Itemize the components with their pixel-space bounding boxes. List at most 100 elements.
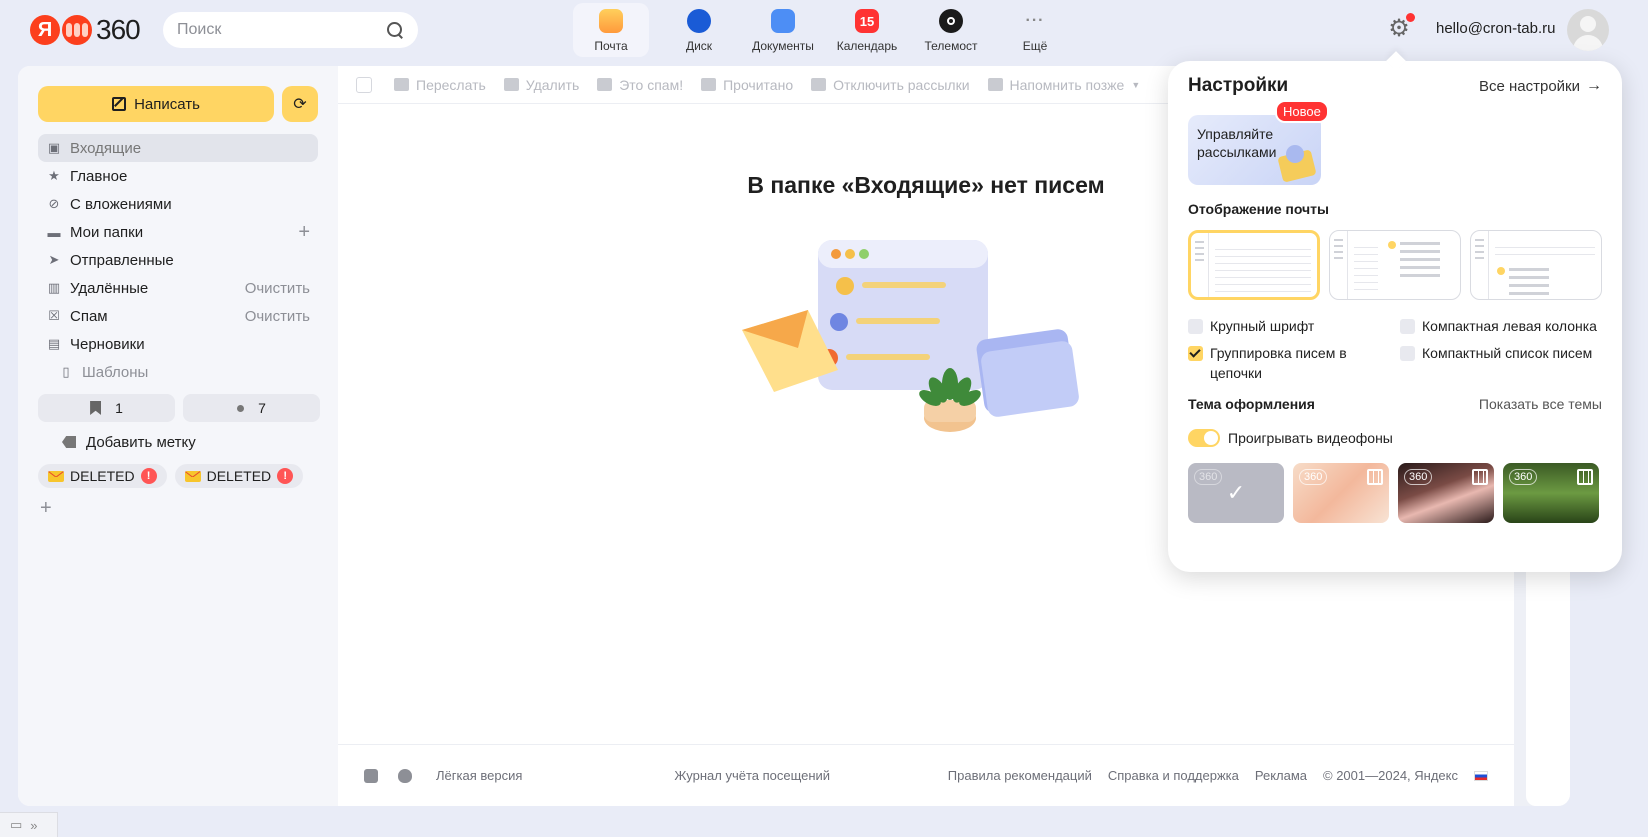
grouping-option[interactable]: Группировка писем в цепочки: [1188, 343, 1378, 383]
promo-card[interactable]: Управляйте рассылками: [1188, 115, 1321, 185]
folder-label: Главное: [70, 167, 128, 185]
theme-option-dark[interactable]: 360: [1398, 463, 1494, 523]
layout-column: [1471, 231, 1489, 299]
warning-icon: !: [277, 468, 294, 484]
app-more[interactable]: ··· Ещё: [993, 3, 1077, 57]
yandex-360-logo[interactable]: Я 360: [30, 14, 141, 46]
avatar[interactable]: [1567, 9, 1609, 51]
bookmark-icon: [90, 401, 102, 415]
label-text: DELETED: [70, 468, 135, 484]
mark-read-button[interactable]: Прочитано: [701, 77, 793, 93]
label-chip[interactable]: DELETED !: [174, 464, 304, 488]
sidebar-item-sent[interactable]: ➤ Отправленные: [38, 246, 318, 274]
label-chip[interactable]: DELETED !: [38, 464, 167, 488]
refresh-icon: ⟳: [293, 96, 307, 113]
spam-button[interactable]: Это спам!: [597, 77, 683, 93]
sidebar-item-inbox[interactable]: ▣ Входящие: [38, 134, 318, 162]
envelope-icon: [184, 470, 201, 482]
compact-left-checkbox[interactable]: [1400, 319, 1415, 334]
app-telemost[interactable]: Телемост: [909, 3, 993, 57]
add-label-button[interactable]: Добавить метку: [62, 428, 196, 456]
folder-list: ▣ Входящие ★ Главное ⊘ С вложениями ▬ Мо…: [38, 134, 318, 386]
user-email[interactable]: hello@cron-tab.ru: [1436, 20, 1555, 37]
light-version-link[interactable]: Лёгкая версия: [436, 768, 522, 783]
add-folder-button[interactable]: +: [298, 221, 310, 244]
app-docs[interactable]: Документы: [741, 3, 825, 57]
trash-icon: [503, 78, 519, 91]
clear-trash-button[interactable]: Очистить: [245, 280, 310, 297]
android-icon[interactable]: [364, 768, 378, 783]
app-more-label: Ещё: [1022, 39, 1048, 53]
layout-list[interactable]: [1188, 230, 1320, 300]
clear-spam-button[interactable]: Очистить: [245, 308, 310, 325]
sidebar-item-templates[interactable]: ▯ Шаблоны: [38, 358, 318, 386]
grouping-checkbox[interactable]: [1188, 346, 1203, 361]
theme-list: 360 ✓ 360 360 360: [1188, 463, 1599, 523]
refresh-button[interactable]: ⟳: [282, 86, 318, 122]
bookmarked-filter[interactable]: 1: [38, 394, 175, 422]
apps-bar: Почта Диск Документы 15 Календарь Телемо…: [573, 3, 1077, 57]
unread-count: 7: [258, 400, 266, 416]
compact-list-checkbox[interactable]: [1400, 346, 1415, 361]
calendar-small-icon[interactable]: ▭: [10, 817, 22, 833]
double-chevron-icon[interactable]: »: [30, 818, 37, 833]
folder-label: Входящие: [70, 139, 142, 157]
app-mail[interactable]: Почта: [573, 3, 649, 57]
theme-option-peach[interactable]: 360: [1293, 463, 1389, 523]
theme-mark: 360: [1509, 469, 1538, 485]
app-calendar[interactable]: 15 Календарь: [825, 3, 909, 57]
video-background-toggle[interactable]: [1188, 429, 1220, 447]
search-input[interactable]: [177, 21, 386, 39]
select-all-checkbox[interactable]: [356, 76, 372, 93]
sidebar-item-drafts[interactable]: ▤ Черновики: [38, 330, 318, 358]
search-box[interactable]: [163, 12, 418, 48]
layout-lines: [1495, 241, 1595, 259]
app-disk[interactable]: Диск: [657, 3, 741, 57]
calendar-icon: 15: [855, 9, 879, 33]
sidebar-item-spam[interactable]: ☒ Спам Очистить: [38, 302, 318, 330]
ads-link[interactable]: Реклама: [1255, 768, 1307, 783]
all-settings-label: Все настройки: [1478, 77, 1580, 95]
drafts-icon: ▤: [47, 336, 61, 351]
layout-column: [1191, 233, 1209, 297]
bookmark-count: 1: [115, 400, 123, 416]
layout-lines: [1215, 243, 1311, 293]
recommendation-rules-link[interactable]: Правила рекомендаций: [948, 768, 1092, 783]
compact-left-option[interactable]: Компактная левая колонка: [1400, 316, 1597, 336]
layout-split-horizontal[interactable]: [1470, 230, 1602, 300]
pencil-icon: [112, 97, 127, 111]
language-flag-icon[interactable]: [1474, 770, 1488, 781]
folder-icon: ▬: [47, 224, 61, 240]
unread-filter[interactable]: 7: [183, 394, 320, 422]
remind-later-button[interactable]: Напомнить позже ▼: [987, 77, 1140, 93]
layout-split-vertical[interactable]: [1329, 230, 1461, 300]
app-telemost-label: Телемост: [924, 39, 978, 53]
help-link[interactable]: Справка и поддержка: [1108, 768, 1239, 783]
sidebar-item-attachments[interactable]: ⊘ С вложениями: [38, 190, 318, 218]
sidebar-item-important[interactable]: ★ Главное: [38, 162, 318, 190]
unsubscribe-button[interactable]: Отключить рассылки: [811, 77, 970, 93]
theme-option-default[interactable]: 360 ✓: [1188, 463, 1284, 523]
film-icon: [1577, 469, 1593, 485]
large-font-checkbox[interactable]: [1188, 319, 1203, 334]
compact-left-label: Компактная левая колонка: [1422, 318, 1597, 334]
video-background-label: Проигрывать видеофоны: [1228, 430, 1393, 446]
forward-button[interactable]: Переслать: [394, 77, 486, 93]
sidebar-item-trash[interactable]: ▥ Удалённые Очистить: [38, 274, 318, 302]
large-font-option[interactable]: Крупный шрифт: [1188, 316, 1314, 336]
delete-button[interactable]: Удалить: [503, 77, 579, 93]
all-settings-link[interactable]: Все настройки →: [1479, 77, 1602, 95]
bottom-dev-bar: ▭ »: [0, 812, 58, 837]
search-icon[interactable]: [386, 21, 404, 39]
apple-icon[interactable]: [398, 768, 412, 783]
copyright-link[interactable]: © 2001—2024, Яндекс: [1323, 768, 1458, 783]
disk-icon: [687, 9, 711, 33]
add-item-icon[interactable]: +: [40, 497, 52, 520]
theme-option-grass[interactable]: 360: [1503, 463, 1599, 523]
star-icon: ★: [48, 168, 60, 183]
compose-button[interactable]: Написать: [38, 86, 274, 122]
sidebar-item-my-folders[interactable]: ▬ Мои папки +: [38, 218, 318, 246]
visit-log-link[interactable]: Журнал учёта посещений: [674, 768, 830, 783]
compact-list-option[interactable]: Компактный список писем: [1400, 343, 1592, 363]
show-all-themes-link[interactable]: Показать все темы: [1479, 396, 1602, 412]
